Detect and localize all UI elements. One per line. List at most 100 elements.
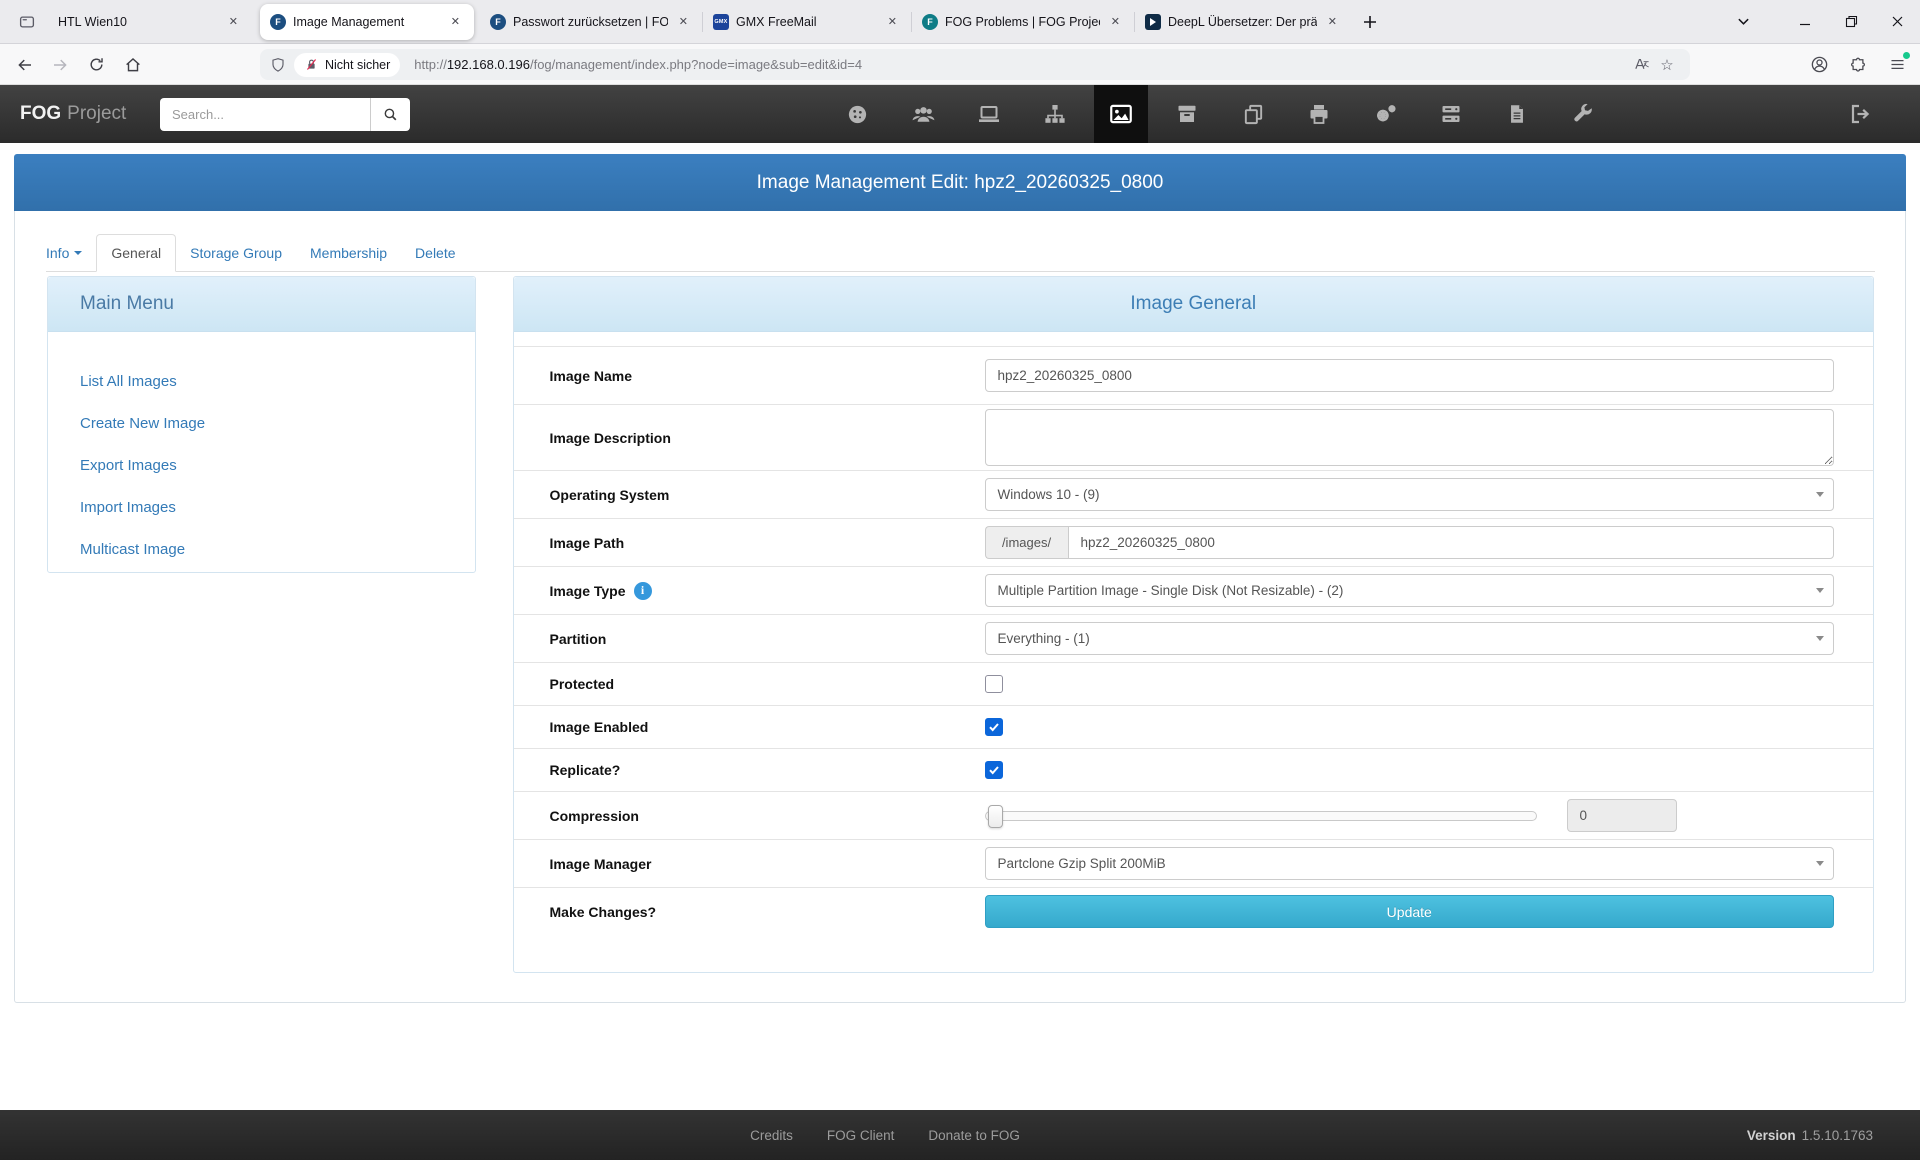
browser-tab-deepl[interactable]: DeepL Übersetzer: Der präzisest ✕ bbox=[1135, 4, 1351, 40]
nav-snapins-button[interactable] bbox=[1220, 85, 1286, 143]
browser-tab-htl-wien[interactable]: HTL Wien10 ✕ bbox=[48, 4, 252, 40]
site-security-chip[interactable]: Nicht sicher bbox=[294, 53, 400, 77]
slider-handle[interactable] bbox=[988, 805, 1003, 828]
nav-storage-button[interactable] bbox=[1154, 85, 1220, 143]
url-path: /fog/management/index.php?node=image&sub… bbox=[530, 57, 862, 72]
search-button[interactable] bbox=[370, 98, 410, 131]
account-button[interactable] bbox=[1804, 50, 1834, 79]
nav-configuration-button[interactable] bbox=[1550, 85, 1616, 143]
shield-icon[interactable] bbox=[270, 57, 286, 73]
main-menu-body: List All Images Create New Image Export … bbox=[48, 332, 475, 572]
nav-reports-button[interactable] bbox=[1484, 85, 1550, 143]
chevron-down-icon bbox=[1737, 15, 1750, 28]
browser-tab-passwort[interactable]: F Passwort zurücksetzen | FOG Pr ✕ bbox=[480, 4, 702, 40]
protected-checkbox[interactable] bbox=[985, 675, 1003, 693]
search-input[interactable] bbox=[160, 98, 370, 131]
footer-link-fog-client[interactable]: FOG Client bbox=[827, 1128, 895, 1143]
snapin-copy-icon bbox=[1242, 103, 1265, 126]
operating-system-select[interactable]: Windows 10 - (9) bbox=[985, 478, 1834, 511]
sidebar-item-create-new-image[interactable]: Create New Image bbox=[48, 402, 475, 444]
nav-hosts-button[interactable] bbox=[956, 85, 1022, 143]
nav-users-button[interactable] bbox=[890, 85, 956, 143]
hamburger-menu-icon bbox=[1889, 56, 1906, 73]
close-icon bbox=[1891, 15, 1904, 28]
image-manager-select[interactable]: Partclone Gzip Split 200MiB bbox=[985, 847, 1834, 880]
footer-link-credits[interactable]: Credits bbox=[750, 1128, 793, 1143]
home-button[interactable] bbox=[118, 50, 147, 79]
sidebar-item-import-images[interactable]: Import Images bbox=[48, 486, 475, 528]
page-title-bar: Image Management Edit: hpz2_20260325_080… bbox=[14, 154, 1906, 211]
nav-dashboard-button[interactable] bbox=[824, 85, 890, 143]
new-tab-button[interactable] bbox=[1355, 7, 1385, 37]
form-row-replicate: Replicate? bbox=[514, 748, 1873, 791]
sidebar-item-multicast-image[interactable]: Multicast Image bbox=[48, 528, 475, 570]
footer-link-donate[interactable]: Donate to FOG bbox=[928, 1128, 1020, 1143]
window-minimize-button[interactable] bbox=[1782, 0, 1828, 43]
form-row-partition: Partition Everything - (1) bbox=[514, 614, 1873, 662]
firefox-view-button[interactable] bbox=[12, 7, 42, 37]
window-close-button[interactable] bbox=[1874, 0, 1920, 43]
image-name-input[interactable] bbox=[985, 359, 1834, 392]
field-label: Image Enabled bbox=[550, 719, 985, 735]
tab-close-icon[interactable]: ✕ bbox=[225, 13, 242, 30]
sidebar-item-export-images[interactable]: Export Images bbox=[48, 444, 475, 486]
compression-slider[interactable] bbox=[985, 811, 1537, 821]
form-row-operating-system: Operating System Windows 10 - (9) bbox=[514, 470, 1873, 518]
fog-nav-icons bbox=[824, 85, 1616, 143]
tab-membership[interactable]: Membership bbox=[296, 235, 401, 271]
browser-tab-gmx[interactable]: GMX GMX FreeMail ✕ bbox=[703, 4, 911, 40]
window-restore-button[interactable] bbox=[1828, 0, 1874, 43]
compression-value-input[interactable] bbox=[1567, 799, 1677, 832]
check-icon bbox=[988, 764, 1000, 776]
selected-value: Multiple Partition Image - Single Disk (… bbox=[998, 583, 1344, 598]
nav-tasks-button[interactable] bbox=[1418, 85, 1484, 143]
bookmark-button[interactable]: ☆ bbox=[1654, 52, 1680, 78]
url-bar[interactable]: Nicht sicher http://192.168.0.196/fog/ma… bbox=[260, 49, 1690, 80]
replicate-checkbox[interactable] bbox=[985, 761, 1003, 779]
logout-button[interactable] bbox=[1830, 85, 1890, 143]
image-general-title: Image General bbox=[1130, 293, 1256, 315]
field-label: Replicate? bbox=[550, 762, 985, 778]
image-path-input[interactable] bbox=[1068, 526, 1834, 559]
insecure-lock-icon bbox=[304, 57, 319, 72]
sidebar-item-list-all-images[interactable]: List All Images bbox=[48, 360, 475, 402]
fog-brand[interactable]: FOGProject bbox=[20, 85, 126, 143]
image-type-select[interactable]: Multiple Partition Image - Single Disk (… bbox=[985, 574, 1834, 607]
partition-select[interactable]: Everything - (1) bbox=[985, 622, 1834, 655]
tab-info[interactable]: Info bbox=[46, 235, 96, 271]
account-icon bbox=[1810, 55, 1829, 74]
tab-close-icon[interactable]: ✕ bbox=[447, 13, 464, 30]
translate-icon bbox=[1633, 56, 1650, 73]
nav-images-button[interactable] bbox=[1094, 85, 1148, 143]
browser-tab-fog-problems[interactable]: F FOG Problems | FOG Project ✕ bbox=[912, 4, 1134, 40]
tab-general[interactable]: General bbox=[96, 234, 176, 272]
translate-button[interactable] bbox=[1628, 52, 1654, 78]
tab-close-icon[interactable]: ✕ bbox=[1107, 13, 1124, 30]
nav-printers-button[interactable] bbox=[1286, 85, 1352, 143]
tab-close-icon[interactable]: ✕ bbox=[1324, 13, 1341, 30]
image-description-textarea[interactable] bbox=[985, 409, 1834, 466]
tab-delete[interactable]: Delete bbox=[401, 235, 469, 271]
nav-services-button[interactable] bbox=[1352, 85, 1418, 143]
info-icon[interactable]: i bbox=[634, 582, 652, 600]
tab-close-icon[interactable]: ✕ bbox=[884, 13, 901, 30]
form-row-image-type: Image Type i Multiple Partition Image - … bbox=[514, 566, 1873, 614]
footer-links: Credits FOG Client Donate to FOG bbox=[0, 1128, 1920, 1143]
field-label: Operating System bbox=[550, 487, 985, 503]
nav-groups-button[interactable] bbox=[1022, 85, 1088, 143]
back-button[interactable] bbox=[10, 50, 39, 79]
printer-icon bbox=[1307, 102, 1331, 126]
fog-favicon: F bbox=[922, 14, 938, 30]
forward-button[interactable] bbox=[45, 50, 74, 79]
form-row-protected: Protected bbox=[514, 662, 1873, 705]
menu-button[interactable] bbox=[1882, 50, 1912, 79]
brand-project: Project bbox=[67, 103, 126, 125]
list-all-tabs-button[interactable] bbox=[1726, 7, 1760, 37]
update-button[interactable]: Update bbox=[985, 895, 1834, 928]
reload-button[interactable] bbox=[82, 50, 111, 79]
tab-storage-group[interactable]: Storage Group bbox=[176, 235, 296, 271]
browser-tab-image-management[interactable]: F Image Management ✕ bbox=[260, 4, 474, 40]
image-enabled-checkbox[interactable] bbox=[985, 718, 1003, 736]
extensions-button[interactable] bbox=[1843, 50, 1873, 79]
tab-close-icon[interactable]: ✕ bbox=[675, 13, 692, 30]
